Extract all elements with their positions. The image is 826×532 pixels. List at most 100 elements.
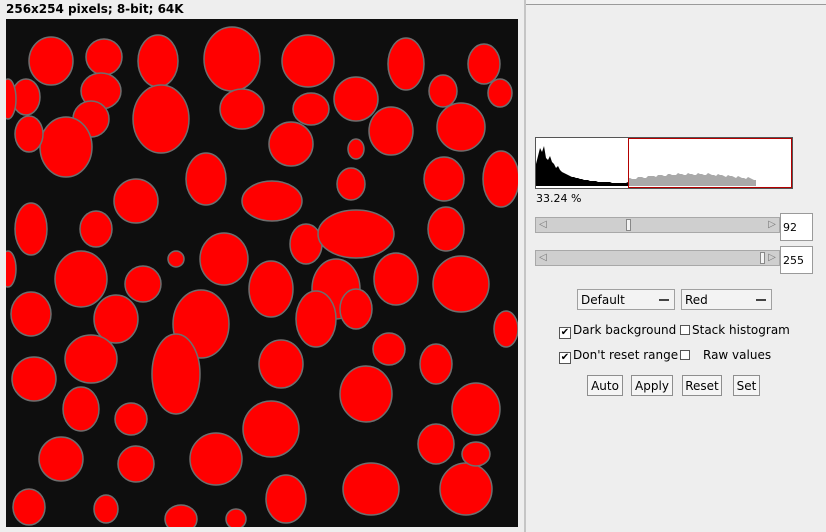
red-blob: [151, 333, 201, 415]
checkbox-box[interactable]: ✔: [559, 327, 571, 339]
red-blob: [93, 294, 139, 344]
dark-background-checkbox[interactable]: ✔ Dark background: [559, 323, 676, 339]
red-blob: [199, 232, 249, 286]
display-value: Red: [685, 293, 708, 307]
red-blob: [295, 290, 337, 348]
red-blob: [225, 508, 247, 527]
red-blob: [419, 343, 453, 385]
red-blob: [185, 152, 227, 206]
left-arrow-icon[interactable]: ◁: [537, 219, 549, 231]
red-blob: [339, 365, 393, 423]
red-blob: [432, 255, 490, 313]
checkbox-label: Stack histogram: [692, 323, 790, 337]
red-blob: [387, 37, 425, 91]
min-slider-thumb[interactable]: [625, 219, 631, 231]
red-blob: [64, 334, 118, 384]
red-blob: [124, 265, 162, 303]
red-blob: [333, 76, 379, 122]
image-canvas[interactable]: [6, 19, 518, 527]
histogram: [535, 137, 793, 189]
method-value: Default: [581, 293, 625, 307]
max-threshold-slider[interactable]: ◁ ▷: [535, 250, 780, 266]
set-button[interactable]: Set: [733, 375, 760, 396]
red-blob: [113, 178, 159, 224]
method-dropdown[interactable]: Default: [577, 289, 675, 310]
image-window: 256x254 pixels; 8-bit; 64K: [0, 0, 524, 532]
red-blob: [281, 34, 335, 88]
min-threshold-field[interactable]: 92: [780, 213, 813, 241]
red-blob: [62, 386, 100, 432]
red-blob: [117, 445, 155, 483]
red-blob: [132, 84, 190, 154]
red-blob: [189, 432, 243, 486]
left-arrow-icon[interactable]: ◁: [537, 252, 549, 264]
red-blob: [10, 291, 52, 337]
red-blob: [372, 332, 406, 366]
image-info: 256x254 pixels; 8-bit; 64K: [6, 2, 184, 16]
thresholded-blobs: [6, 26, 518, 527]
threshold-panel: 33.24 % ◁ ▷ 92 ◁ ▷ 255 Default Red ✔ Dark…: [526, 4, 826, 532]
threshold-percentage: 33.24 %: [536, 192, 582, 205]
checkbox-box[interactable]: [680, 325, 690, 335]
red-blob: [436, 102, 486, 152]
red-blob: [461, 441, 491, 467]
checkbox-box[interactable]: [680, 350, 690, 360]
red-blob: [487, 78, 513, 108]
red-blob: [85, 38, 123, 76]
stack-histogram-checkbox[interactable]: Stack histogram: [680, 323, 790, 337]
histogram-below-threshold: [536, 146, 628, 186]
reset-button[interactable]: Reset: [682, 375, 722, 396]
min-threshold-slider[interactable]: ◁ ▷: [535, 217, 780, 233]
red-blob: [428, 74, 458, 108]
raw-values-checkbox[interactable]: Raw values: [680, 348, 771, 362]
red-blob: [339, 288, 373, 330]
max-threshold-field[interactable]: 255: [780, 246, 813, 274]
red-blob: [336, 167, 366, 201]
red-blob: [28, 36, 74, 86]
red-blob: [114, 402, 148, 436]
red-blob: [439, 462, 493, 516]
red-blob: [164, 504, 198, 527]
red-blob: [167, 250, 185, 268]
red-blob: [289, 223, 323, 265]
checkbox-box[interactable]: ✔: [559, 352, 571, 364]
right-arrow-icon[interactable]: ▷: [766, 252, 778, 264]
histogram-threshold-range: [628, 138, 792, 188]
dropdown-caret-icon: [659, 299, 669, 301]
red-blob: [451, 382, 501, 436]
red-blob: [11, 356, 57, 402]
red-blob: [258, 339, 304, 389]
red-blob: [14, 202, 48, 256]
red-blob: [241, 180, 303, 222]
red-blob: [137, 34, 179, 88]
max-slider-thumb[interactable]: [760, 252, 765, 264]
red-blob: [6, 250, 17, 288]
red-blob: [493, 310, 518, 348]
red-blob: [482, 150, 518, 208]
red-blob: [38, 436, 84, 482]
red-blob: [265, 474, 307, 524]
checkbox-label: Raw values: [703, 348, 772, 362]
red-blob: [6, 78, 17, 120]
auto-button[interactable]: Auto: [587, 375, 623, 396]
checkbox-label: Don't reset range: [573, 348, 679, 362]
red-blob: [423, 156, 465, 202]
red-blob: [417, 423, 455, 465]
right-arrow-icon[interactable]: ▷: [766, 219, 778, 231]
red-blob: [219, 88, 265, 130]
red-blob: [427, 206, 465, 252]
dont-reset-range-checkbox[interactable]: ✔ Don't reset range: [559, 348, 678, 364]
red-blob: [242, 400, 300, 458]
red-blob: [342, 462, 400, 516]
apply-button[interactable]: Apply: [631, 375, 673, 396]
red-blob: [368, 106, 414, 156]
checkbox-label: Dark background: [573, 323, 677, 337]
red-blob: [347, 138, 365, 160]
display-dropdown[interactable]: Red: [681, 289, 772, 310]
red-blob: [12, 488, 46, 526]
red-blob: [467, 43, 501, 85]
red-blob: [373, 252, 419, 306]
red-blob: [79, 210, 113, 248]
dropdown-caret-icon: [756, 299, 766, 301]
red-blob: [248, 260, 294, 318]
